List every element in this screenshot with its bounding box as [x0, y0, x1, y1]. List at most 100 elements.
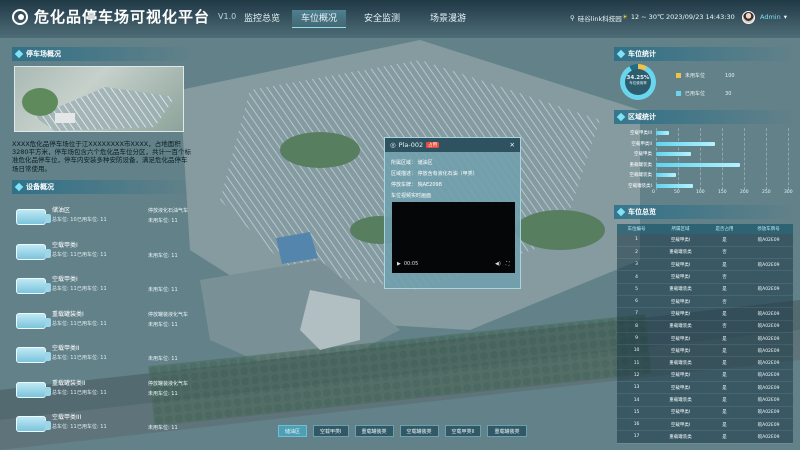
- legend-swatch: [676, 73, 681, 78]
- weather: ☀ 12 ~ 30℃: [622, 13, 664, 21]
- device-used: 已用车位: 11: [77, 320, 107, 327]
- region-tab[interactable]: 空载甲类II: [444, 425, 482, 437]
- user-menu[interactable]: Admin ▾: [760, 13, 787, 21]
- table-row[interactable]: 9 空载甲类I 是皖A02E09: [617, 332, 793, 346]
- table-row[interactable]: 10 空载甲类I 是皖A02E09: [617, 344, 793, 358]
- overview-thumbnail: [14, 66, 184, 132]
- region-tab[interactable]: 重载罐装类: [354, 425, 394, 437]
- truck-icon: [16, 347, 51, 363]
- table-cell: 否: [704, 246, 745, 260]
- play-icon[interactable]: ▶: [397, 261, 401, 267]
- device-item[interactable]: 空载甲类I 总车位: 11 已用车位: 11 未用车位: 11: [12, 236, 182, 266]
- table-row[interactable]: 6 空载甲类I 否: [617, 295, 793, 309]
- table-cell: 3: [617, 258, 657, 272]
- overview-section-title: 停车场概况: [12, 47, 192, 61]
- sun-icon: ☀: [622, 13, 628, 21]
- table-cell: 重载罐装类: [656, 430, 705, 444]
- region-bar[interactable]: [656, 183, 694, 188]
- table-cell: 8: [617, 320, 657, 333]
- grid-line: [722, 128, 723, 190]
- device-total: 总车位: 11: [52, 389, 77, 396]
- truck-icon: [16, 381, 51, 398]
- region-tab[interactable]: 空载甲类I: [313, 425, 349, 437]
- table-cell: 7: [617, 307, 657, 321]
- table-row[interactable]: 11 重载罐装类是皖A02E09: [617, 356, 793, 370]
- table-row[interactable]: 17 重载罐装类是皖A02E09: [617, 430, 793, 444]
- legend-label: 已用车位: [685, 91, 706, 97]
- stats-section-title: 车位统计: [614, 47, 794, 61]
- table-cell: 皖A02E09: [744, 307, 793, 321]
- table-cell: 重载罐装类: [656, 283, 705, 296]
- table-cell: 空载甲类I: [656, 381, 705, 395]
- table-cell: 皖A02E09: [744, 356, 793, 370]
- table-cell: 14: [617, 393, 657, 407]
- table-cell: 皖A02E09: [744, 258, 793, 272]
- region-tab[interactable]: 储油区: [278, 425, 308, 437]
- region-bar[interactable]: [656, 152, 692, 156]
- table-row[interactable]: 14 重载罐装类是皖A02E09: [617, 393, 793, 407]
- parking-space-table: 车位编号 所属区域 是否占用 停放车牌号 1 空载甲类I 是皖A02E09 2 重载罐装类否 3…: [617, 224, 793, 444]
- popup-video-label: 车位视频实时画面: [391, 193, 432, 199]
- table-cell: 是: [704, 369, 745, 383]
- region-bar[interactable]: [656, 141, 716, 146]
- avatar[interactable]: [742, 11, 755, 24]
- chevron-down-icon[interactable]: ▾: [784, 13, 787, 21]
- device-item[interactable]: 重载罐装类II 总车位: 11 已用车位: 11 停放罐装液化气车 未用车位: …: [12, 374, 188, 404]
- table-cell: 空载甲类I: [656, 307, 705, 321]
- region-bar[interactable]: [656, 162, 740, 167]
- brand: 危化品停车场可视化平台 V1.0: [12, 6, 236, 27]
- device-free: 未用车位: 11: [148, 390, 178, 397]
- table-cell: 皖A02E09: [744, 406, 793, 419]
- region-tab[interactable]: 重载罐装类: [487, 425, 527, 437]
- table-row[interactable]: 4 空载甲类I 否: [617, 270, 793, 284]
- region-bar[interactable]: [656, 131, 670, 135]
- table-cell: 2: [617, 246, 657, 260]
- popup-plate: 停放车牌： 皖AE2098: [391, 182, 442, 188]
- table-row[interactable]: 15 空载甲类I 是皖A02E09: [617, 406, 793, 419]
- table-row[interactable]: 5 重载罐装类是皖A02E09: [617, 283, 793, 296]
- list-section-title: 车位总览: [614, 205, 794, 219]
- grid-line: [766, 128, 767, 190]
- table-cell: 空载甲类I: [656, 234, 705, 247]
- nav-tab-2[interactable]: 车位概况: [292, 10, 346, 28]
- region-tab[interactable]: 空载罐装类: [399, 425, 439, 437]
- column-header: 车位编号: [617, 224, 657, 234]
- table-cell: 皖A02E09: [744, 283, 793, 296]
- device-item[interactable]: 空载甲类II 总车位: 11 已用车位: 11 未用车位: 11: [12, 339, 182, 369]
- nav-tab-3[interactable]: 安全监测: [360, 10, 404, 28]
- table-row[interactable]: 8 重载罐装类否皖A02E09: [617, 320, 793, 333]
- region-tabs: 储油区 空载甲类I 重载罐装类 空载罐装类 空载甲类II 重载罐装类: [278, 425, 527, 437]
- fullscreen-icon[interactable]: ⛶: [506, 261, 510, 267]
- close-icon[interactable]: ✕: [510, 141, 515, 149]
- table-row[interactable]: 7 空载甲类I 是皖A02E09: [617, 307, 793, 321]
- table-row[interactable]: 12 空载甲类I 是皖A02E09: [617, 369, 793, 383]
- table-cell: 是: [704, 234, 745, 247]
- table-cell: 重载罐装类: [656, 246, 705, 260]
- legend-item: 已用车位 30: [676, 90, 731, 97]
- table-row[interactable]: 13 空载甲类I 是皖A02E09: [617, 381, 793, 395]
- table-cell: 空载甲类I: [656, 418, 705, 432]
- device-item[interactable]: 储油区 总车位: 10 已用车位: 11 停放液化石油气车 未用车位: 11: [12, 201, 188, 231]
- device-item[interactable]: 空载甲类III 总车位: 11 已用车位: 11 未用车位: 11: [12, 408, 182, 438]
- grid-line: [656, 128, 657, 190]
- table-row[interactable]: 16 空载甲类I 是皖A02E09: [617, 418, 793, 432]
- table-row[interactable]: 1 空载甲类I 是皖A02E09: [617, 234, 793, 247]
- device-name: 空载甲类I: [52, 241, 78, 249]
- devices-section-title: 设备概况: [12, 180, 192, 194]
- video-player[interactable]: ▶ 00:05 ◀) ⛶: [392, 202, 515, 273]
- region-bar[interactable]: [656, 173, 676, 177]
- table-cell: 是: [704, 307, 745, 321]
- volume-icon[interactable]: ◀): [495, 261, 501, 267]
- table-cell: 是: [704, 332, 745, 346]
- table-cell: 空载甲类I: [656, 258, 705, 272]
- user-name[interactable]: Admin: [760, 13, 781, 21]
- device-item[interactable]: 重载罐装类I 总车位: 11 已用车位: 11 停放罐装液化气车 未用车位: 1…: [12, 305, 188, 335]
- nav-tab-4[interactable]: 场景漫游: [426, 10, 470, 28]
- device-item[interactable]: 空载甲类I 总车位: 11 已用车位: 11 未用车位: 11: [12, 270, 182, 300]
- table-cell: 重载罐装类: [656, 393, 705, 407]
- table-row[interactable]: 3 空载甲类I 是皖A02E09: [617, 258, 793, 272]
- region-label: 空载甲类: [634, 152, 652, 157]
- table-row[interactable]: 2 重载罐装类否: [617, 246, 793, 260]
- nav-tab-1[interactable]: 监控总览: [240, 10, 284, 28]
- table-cell: 重载罐装类: [656, 320, 705, 333]
